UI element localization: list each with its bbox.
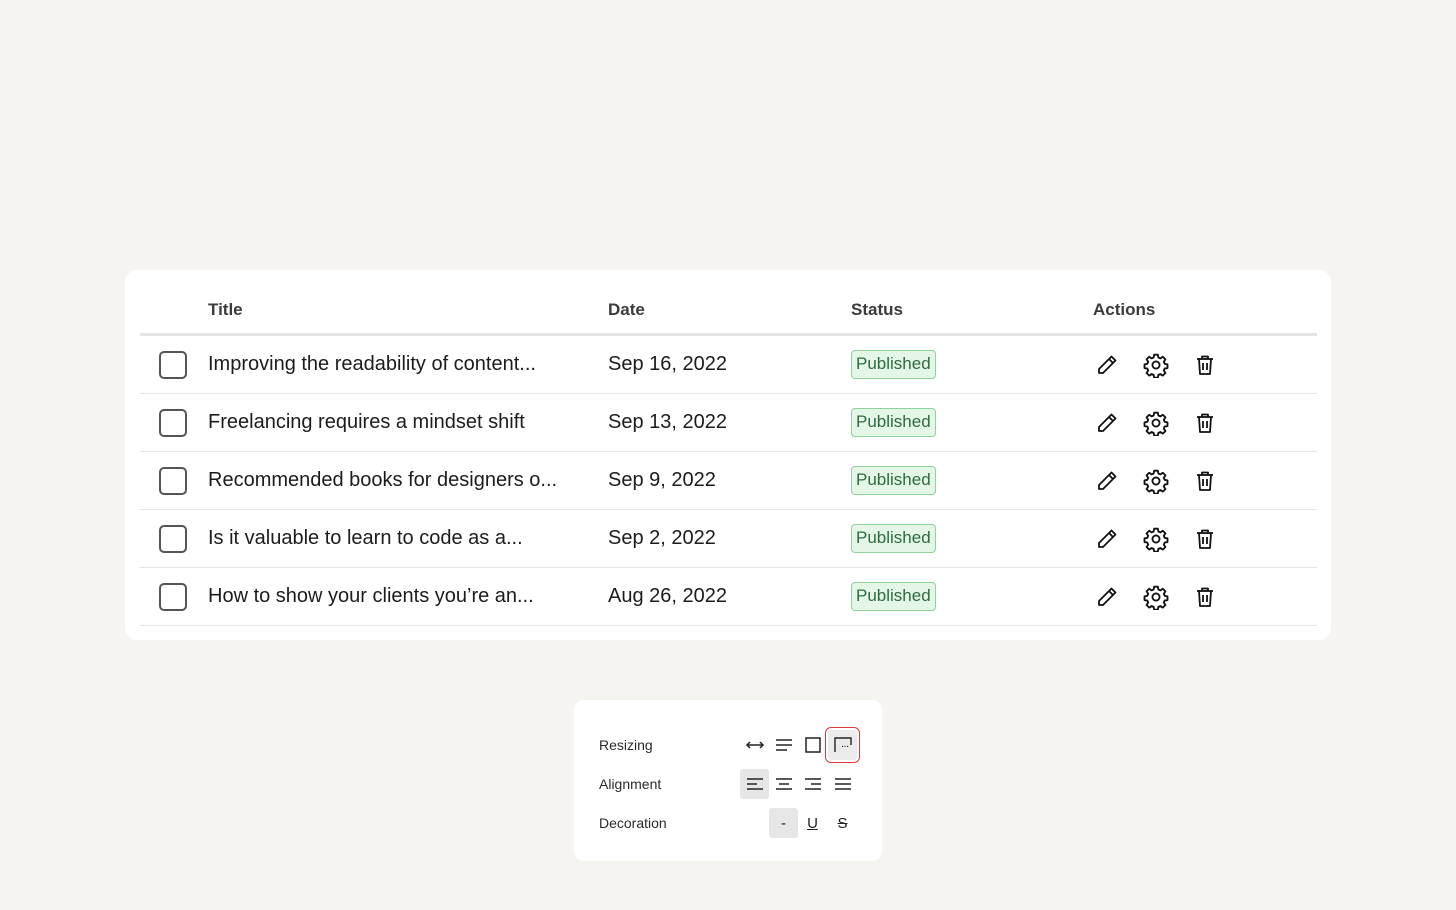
posts-table-card: Title Date Status Actions Improving the … xyxy=(125,270,1331,640)
edit-button[interactable] xyxy=(1090,580,1124,614)
decoration-row: Decoration - U S xyxy=(574,808,882,838)
row-checkbox[interactable] xyxy=(159,351,187,379)
resizing-label: Resizing xyxy=(599,737,653,753)
decoration-label: Decoration xyxy=(599,815,667,831)
align-justify-icon xyxy=(834,778,851,790)
post-date: Aug 26, 2022 xyxy=(608,585,727,607)
table-row[interactable]: Is it valuable to learn to code as a... … xyxy=(140,510,1317,568)
decoration-none-button[interactable]: - xyxy=(769,808,798,838)
fixed-size-button[interactable] xyxy=(798,730,827,760)
status-badge: Published xyxy=(851,408,936,437)
gear-icon xyxy=(1143,527,1169,552)
edit-button[interactable] xyxy=(1090,464,1124,498)
settings-button[interactable] xyxy=(1139,464,1173,498)
fixed-size-icon xyxy=(804,737,821,753)
pencil-icon xyxy=(1098,587,1117,606)
post-title[interactable]: Is it valuable to learn to code as a... xyxy=(208,510,523,567)
edit-button[interactable] xyxy=(1090,406,1124,440)
align-center-button[interactable] xyxy=(769,769,798,799)
strikethrough-button[interactable]: S xyxy=(828,808,857,838)
trash-icon xyxy=(1197,529,1213,549)
post-title[interactable]: Recommended books for designers o... xyxy=(208,452,557,509)
column-header-date[interactable]: Date xyxy=(608,300,645,320)
trash-icon xyxy=(1197,413,1213,433)
post-title[interactable]: Freelancing requires a mindset shift xyxy=(208,394,525,451)
table-header: Title Date Status Actions xyxy=(140,270,1317,336)
alignment-label: Alignment xyxy=(599,776,662,792)
edit-button[interactable] xyxy=(1090,348,1124,382)
gear-icon xyxy=(1143,411,1169,436)
align-right-button[interactable] xyxy=(798,769,827,799)
status-badge: Published xyxy=(851,466,936,495)
post-date: Sep 16, 2022 xyxy=(608,353,727,375)
status-badge: Published xyxy=(851,582,936,611)
gear-icon xyxy=(1143,585,1169,610)
row-actions xyxy=(1090,452,1237,509)
settings-button[interactable] xyxy=(1139,522,1173,556)
align-center-icon xyxy=(775,778,792,790)
gear-icon xyxy=(1143,353,1169,378)
post-title[interactable]: Improving the readability of content... xyxy=(208,336,536,393)
trash-icon xyxy=(1197,471,1213,491)
align-right-icon xyxy=(804,778,821,790)
align-left-icon xyxy=(746,778,763,790)
row-checkbox[interactable] xyxy=(159,583,187,611)
delete-button[interactable] xyxy=(1188,522,1222,556)
delete-button[interactable] xyxy=(1188,580,1222,614)
pencil-icon xyxy=(1098,529,1117,548)
row-actions xyxy=(1090,336,1237,393)
edit-button[interactable] xyxy=(1090,522,1124,556)
settings-button[interactable] xyxy=(1139,580,1173,614)
status-badge: Published xyxy=(851,350,936,379)
column-header-actions: Actions xyxy=(1093,300,1156,319)
column-header-status[interactable]: Status xyxy=(851,300,903,320)
truncate-text-glyph: ... xyxy=(841,738,849,750)
align-justify-button[interactable] xyxy=(828,769,857,799)
trash-icon xyxy=(1197,587,1213,607)
row-actions xyxy=(1090,510,1237,567)
row-checkbox[interactable] xyxy=(159,409,187,437)
pencil-icon xyxy=(1098,471,1117,490)
settings-button[interactable] xyxy=(1139,406,1173,440)
table-row[interactable]: How to show your clients you’re an... Au… xyxy=(140,568,1317,626)
row-checkbox[interactable] xyxy=(159,467,187,495)
settings-button[interactable] xyxy=(1139,348,1173,382)
row-actions xyxy=(1090,568,1237,625)
post-date: Sep 2, 2022 xyxy=(608,527,716,549)
delete-button[interactable] xyxy=(1188,464,1222,498)
auto-height-button[interactable] xyxy=(769,730,798,760)
underline-button[interactable]: U xyxy=(798,808,827,838)
auto-width-button[interactable] xyxy=(740,730,769,760)
auto-height-icon xyxy=(775,739,792,751)
table-row[interactable]: Freelancing requires a mindset shift Sep… xyxy=(140,394,1317,452)
column-header-title[interactable]: Title xyxy=(208,300,243,320)
auto-width-icon xyxy=(745,741,764,749)
align-left-button[interactable] xyxy=(740,769,769,799)
pencil-icon xyxy=(1098,355,1117,374)
trash-icon xyxy=(1197,355,1213,375)
delete-button[interactable] xyxy=(1188,348,1222,382)
alignment-row: Alignment xyxy=(574,769,882,799)
gear-icon xyxy=(1143,469,1169,494)
row-actions xyxy=(1090,394,1237,451)
truncate-text-button[interactable]: ... xyxy=(825,727,860,763)
post-date: Sep 13, 2022 xyxy=(608,411,727,433)
delete-button[interactable] xyxy=(1188,406,1222,440)
resizing-row: Resizing ... xyxy=(574,727,882,763)
posts-table: Title Date Status Actions Improving the … xyxy=(140,270,1317,626)
post-date: Sep 9, 2022 xyxy=(608,469,716,491)
table-row[interactable]: Recommended books for designers o... Sep… xyxy=(140,452,1317,510)
status-badge: Published xyxy=(851,524,936,553)
table-row[interactable]: Improving the readability of content... … xyxy=(140,336,1317,394)
post-title[interactable]: How to show your clients you’re an... xyxy=(208,568,534,625)
pencil-icon xyxy=(1098,413,1117,432)
text-properties-panel: Resizing ... Alignment Decoration - U S xyxy=(574,700,882,861)
row-checkbox[interactable] xyxy=(159,525,187,553)
